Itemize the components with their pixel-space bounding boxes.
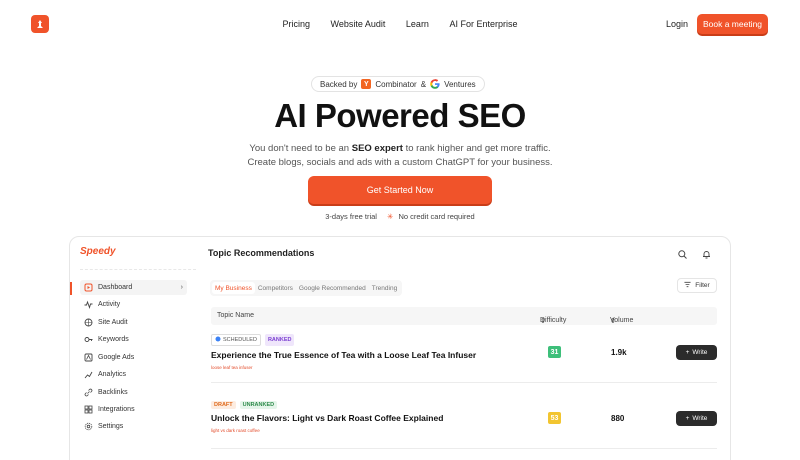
sidebar-item-label: Settings xyxy=(98,423,124,430)
status-badge-unranked: UNRANKED xyxy=(239,401,278,409)
sidebar-item-label: Activity xyxy=(98,301,121,308)
google-ads-icon xyxy=(84,353,93,362)
backed-by-pill: Backed by Y Combinator & Ventures xyxy=(311,76,485,92)
sidebar-item-label: Backlinks xyxy=(98,389,128,396)
site-audit-icon xyxy=(84,318,93,327)
tab-google-recommended[interactable]: Google Recommended xyxy=(296,282,369,294)
trial-label: 3-days free trial xyxy=(325,212,377,221)
status-badge-ranked: RANKED xyxy=(264,334,295,346)
plus-icon: + xyxy=(685,415,690,422)
col-topic-name: Topic Name xyxy=(217,312,254,319)
trial-note: 3-days free trial ✳ No credit card requi… xyxy=(0,212,800,221)
nav-link-pricing[interactable]: Pricing xyxy=(283,19,311,29)
topic-tabs: My Business Competitors Google Recommend… xyxy=(210,280,403,296)
sidebar-item-label: Google Ads xyxy=(98,354,135,361)
sidebar-item-site-audit[interactable]: Site Audit xyxy=(80,315,187,330)
sidebar-item-label: Integrations xyxy=(98,406,135,413)
combinator-label: Combinator xyxy=(375,79,417,89)
hero-title: AI Powered SEO xyxy=(274,97,526,134)
sort-icon: ⇕ xyxy=(540,318,546,325)
row-divider xyxy=(211,448,717,449)
get-started-button[interactable]: Get Started Now xyxy=(308,176,492,204)
sidebar-item-activity[interactable]: Activity xyxy=(80,297,187,312)
topic-title[interactable]: Unlock the Flavors: Light vs Dark Roast … xyxy=(211,413,717,423)
table-header: Topic Name Difficulty ⇕ Volume ⇕ xyxy=(211,307,717,325)
write-label: Write xyxy=(692,415,708,422)
hero-sub-line2: Create blogs, socials and ads with a cus… xyxy=(247,156,553,168)
backlinks-icon xyxy=(84,388,93,397)
keywords-icon xyxy=(84,335,93,344)
badge-label: SCHEDULED xyxy=(223,337,257,343)
sparkle-icon: ✳ xyxy=(387,212,394,221)
y-combinator-icon: Y xyxy=(361,79,372,89)
sidebar-item-integrations[interactable]: Integrations xyxy=(80,402,187,417)
sidebar-item-analytics[interactable]: Analytics xyxy=(80,367,187,382)
tab-competitors[interactable]: Competitors xyxy=(255,282,296,294)
backed-by-label: Backed by xyxy=(320,79,358,89)
sidebar-item-label: Dashboard xyxy=(98,284,133,291)
tab-trending[interactable]: Trending xyxy=(369,282,400,294)
chevron-right-icon: › xyxy=(180,284,183,291)
write-button[interactable]: + Write xyxy=(676,345,717,360)
sidebar-item-label: Analytics xyxy=(98,371,127,378)
app-preview: Speedy Dashboard › Activity Site Audit K… xyxy=(69,236,731,460)
volume-value: 880 xyxy=(611,414,625,423)
sort-icon: ⇕ xyxy=(610,318,616,325)
book-meeting-button[interactable]: Book a meeting xyxy=(697,14,768,34)
plus-icon: + xyxy=(685,349,690,356)
google-icon xyxy=(430,79,440,89)
no-card-label: No credit card required xyxy=(398,212,475,221)
write-label: Write xyxy=(692,349,708,356)
active-indicator xyxy=(70,282,72,295)
nav-link-ai-enterprise[interactable]: AI For Enterprise xyxy=(449,19,517,29)
filter-label: Filter xyxy=(695,282,710,289)
table-row: DRAFT UNRANKED Unlock the Flavors: Light… xyxy=(211,401,717,433)
sidebar-item-label: Keywords xyxy=(98,336,129,343)
speedy-logo: Speedy xyxy=(80,246,116,257)
filter-button[interactable]: Filter xyxy=(677,278,717,293)
row-divider xyxy=(211,382,717,383)
volume-value: 1.9k xyxy=(611,348,627,357)
topic-recommendations-title: Topic Recommendations xyxy=(208,248,315,258)
row-badges: SCHEDULED RANKED xyxy=(211,334,717,346)
topic-keyword: light vs dark roast coffee xyxy=(211,428,260,433)
topic-keyword: loose leaf tea infuser xyxy=(211,365,253,370)
status-badge-scheduled: SCHEDULED xyxy=(211,334,261,346)
tab-my-business[interactable]: My Business xyxy=(212,282,255,294)
scheduled-icon xyxy=(215,336,221,344)
topic-title[interactable]: Experience the True Essence of Tea with … xyxy=(211,350,717,360)
settings-icon xyxy=(84,422,93,431)
hero-sub-end: to rank higher and get more traffic. xyxy=(405,143,551,154)
notification-icon[interactable] xyxy=(701,247,712,259)
nav-link-learn[interactable]: Learn xyxy=(406,19,429,29)
sidebar-item-label: Site Audit xyxy=(98,319,128,326)
analytics-icon xyxy=(84,370,93,379)
sidebar-item-keywords[interactable]: Keywords xyxy=(80,332,187,347)
ventures-label: Ventures xyxy=(444,79,476,89)
activity-icon xyxy=(84,300,93,309)
ampersand: & xyxy=(420,79,427,89)
dashboard-icon xyxy=(84,283,93,292)
difficulty-score: 53 xyxy=(548,412,561,424)
sidebar-divider xyxy=(80,269,196,270)
difficulty-score: 31 xyxy=(548,346,561,358)
row-badges: DRAFT UNRANKED xyxy=(211,401,717,409)
hero-sub-start: You don't need to be an xyxy=(249,143,350,154)
sidebar-item-backlinks[interactable]: Backlinks xyxy=(80,385,187,400)
search-icon[interactable] xyxy=(677,247,688,259)
nav-link-website-audit[interactable]: Website Audit xyxy=(331,19,386,29)
sidebar-item-settings[interactable]: Settings xyxy=(80,419,187,434)
hero-subtitle: You don't need to be an SEO expert to ra… xyxy=(0,142,800,169)
login-link[interactable]: Login xyxy=(666,19,688,29)
write-button[interactable]: + Write xyxy=(676,411,717,426)
hero-sub-bold: SEO expert xyxy=(351,143,403,154)
integrations-icon xyxy=(84,405,93,414)
sidebar-item-dashboard[interactable]: Dashboard › xyxy=(80,280,187,295)
filter-icon xyxy=(684,281,691,290)
table-row: SCHEDULED RANKED Experience the True Ess… xyxy=(211,334,717,370)
status-badge-draft: DRAFT xyxy=(211,401,236,409)
sidebar-item-google-ads[interactable]: Google Ads xyxy=(80,350,187,365)
